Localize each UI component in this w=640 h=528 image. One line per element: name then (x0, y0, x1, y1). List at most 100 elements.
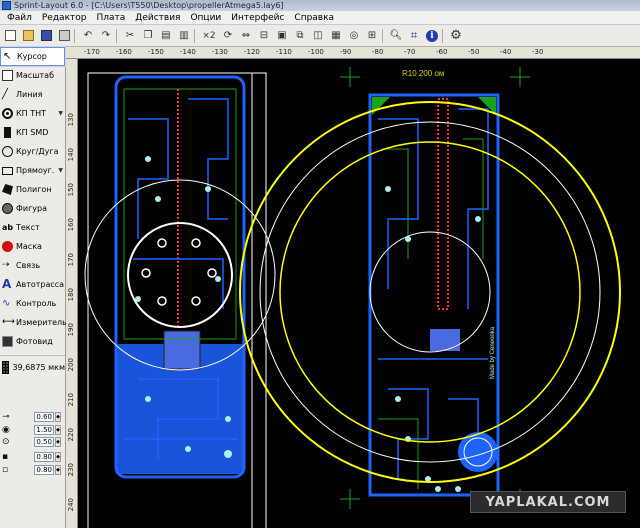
param-track-width: ⊸ 0.60 ◆ (2, 411, 64, 423)
menu-file[interactable]: Файл (2, 11, 37, 25)
tool-rectangle[interactable]: Прямоуг. ▼ (0, 161, 65, 180)
tool-polygon[interactable]: Полигон (0, 180, 65, 199)
ungroup-icon[interactable]: ◫ (310, 28, 326, 44)
delete-icon[interactable]: ▥ (176, 28, 192, 44)
tool-line[interactable]: ╱ Линия (0, 85, 65, 104)
track-icon[interactable]: ⊞ (364, 28, 380, 44)
tool-cursor[interactable]: ↖ Курсор (0, 46, 66, 67)
main-toolbar: ↶ ↷ ✂ ❐ ▤ ▥ ×2 ⟳ ⇔ ⊟ ▣ ⧉ ◫ ▦ ◎ ⊞ 🔍︎ ⌗ i … (0, 25, 640, 47)
group-icon[interactable]: ⧉ (292, 28, 308, 44)
ruler-tick-label: -30 (532, 48, 544, 56)
spin-button[interactable]: ◆ (55, 412, 61, 422)
via-icon[interactable]: ◎ (346, 28, 362, 44)
pcb-canvas[interactable]: R10 200 ом Made by Ceneonka (78, 59, 640, 528)
info-icon[interactable]: i (424, 28, 440, 44)
tool-photoview[interactable]: Фотовид (0, 332, 65, 351)
ruler-tick-label: 170 (67, 253, 75, 267)
new-file-icon[interactable] (2, 28, 18, 44)
ruler-tick-label: 210 (67, 393, 75, 407)
tool-label: Текст (16, 223, 40, 232)
param-pad-inner: ⊙ 0.50 ◆ (2, 436, 64, 448)
ruler-tick-label: 230 (67, 463, 75, 477)
autoroute-icon[interactable]: ⌗ (406, 28, 422, 44)
connection-icon: ⇢ (2, 260, 10, 270)
mirror-icon[interactable]: ⇔ (238, 28, 254, 44)
param-pad-outer: ◉ 1.50 ◆ (2, 424, 64, 436)
smd-width-value[interactable]: 0.80 (34, 452, 54, 462)
print-icon[interactable] (56, 28, 72, 44)
vertical-ruler: 130 140 150 160 170 180 190 200 210 220 230 240 (66, 59, 78, 528)
rectangle-icon (2, 166, 13, 175)
tool-smd-pad[interactable]: КП SMD (0, 123, 65, 142)
tool-control[interactable]: ∿ Контроль (0, 294, 65, 313)
right-board-chip (430, 329, 460, 351)
grid-setting[interactable]: 39,6875 мкм (0, 355, 65, 377)
component-icon[interactable]: ▣ (274, 28, 290, 44)
toolbar-separator (194, 28, 198, 43)
pcb-layout-drawing: R10 200 ом Made by Ceneonka (84, 67, 621, 528)
tool-label: Прямоуг. (16, 166, 55, 175)
menu-interface[interactable]: Интерфейс (226, 11, 289, 25)
dropdown-arrow-icon[interactable]: ▼ (58, 110, 63, 117)
ruler-tick-label: -40 (500, 48, 512, 56)
zoom-multiply-icon[interactable]: ×2 (200, 28, 218, 44)
smd-height-value[interactable]: 0.80 (34, 465, 54, 475)
tool-text[interactable]: ab Текст (0, 218, 65, 237)
track-width-value[interactable]: 0.60 (34, 412, 54, 422)
rotate-icon[interactable]: ⟳ (220, 28, 236, 44)
tool-label: Контроль (16, 299, 57, 308)
ruler-tick-label: -90 (340, 48, 352, 56)
text-icon: ab (2, 223, 14, 232)
tool-label: Полигон (16, 185, 52, 194)
pad-inner-value[interactable]: 0.50 (34, 437, 54, 447)
copy-icon[interactable]: ❐ (140, 28, 156, 44)
tool-mask[interactable]: Маска (0, 237, 65, 256)
redo-icon[interactable]: ↷ (98, 28, 114, 44)
spin-button[interactable]: ◆ (55, 465, 61, 475)
pad-outer-icon: ◉ (2, 425, 10, 435)
tool-circle-arc[interactable]: Круг/Дуга (0, 142, 65, 161)
ruler-tick-label: 140 (67, 148, 75, 162)
left-propeller-holes (141, 238, 217, 306)
ruler-tick-label: 190 (67, 323, 75, 337)
menu-options[interactable]: Опции (185, 11, 226, 25)
tool-measure[interactable]: ⟷ Измеритель (0, 313, 67, 332)
paste-icon[interactable]: ▤ (158, 28, 174, 44)
tool-zoom[interactable]: Масштаб (0, 66, 65, 85)
menu-board[interactable]: Плата (91, 11, 130, 25)
grid-value: 39,6875 мкм (12, 363, 65, 372)
param-smd-width: ▪ 0.80 ◆ (2, 451, 64, 463)
save-disk-icon[interactable] (38, 28, 54, 44)
undo-icon[interactable]: ↶ (80, 28, 96, 44)
menu-actions[interactable]: Действия (130, 11, 185, 25)
title-bar: Sprint-Layout 6.0 - [C:\Users\T550\Deskt… (0, 0, 640, 11)
horizontal-ruler: -170 -160 -150 -140 -130 -120 -110 -100 -90 -80 -7… (66, 47, 640, 59)
grid-icon (2, 361, 10, 374)
tool-tht-pad[interactable]: КП ТНТ ▼ (0, 104, 65, 123)
cut-icon[interactable]: ✂ (122, 28, 138, 44)
tool-autoroute[interactable]: A Автотрасса (0, 275, 65, 294)
line-icon: ╱ (2, 89, 9, 100)
tool-label: Линия (16, 90, 43, 99)
tool-shape[interactable]: Фигура (0, 199, 65, 218)
pad-outer-value[interactable]: 1.50 (34, 425, 54, 435)
ruler-tick-label: 220 (67, 428, 75, 442)
dropdown-arrow-icon[interactable]: ▼ (58, 167, 63, 174)
open-folder-icon[interactable] (20, 28, 36, 44)
zoom-lens-icon[interactable]: 🔍︎ (388, 28, 404, 44)
board-signature-text: Made by Ceneonka (490, 326, 496, 379)
tht-pad-icon (2, 108, 13, 119)
menu-help[interactable]: Справка (289, 11, 339, 25)
menu-editor[interactable]: Редактор (37, 11, 92, 25)
spin-button[interactable]: ◆ (55, 452, 61, 462)
autoroute-icon: A (2, 277, 12, 291)
tool-label: КП ТНТ (16, 109, 47, 118)
align-icon[interactable]: ⊟ (256, 28, 272, 44)
ruler-tick-label: 200 (67, 358, 75, 372)
tool-connection[interactable]: ⇢ Связь (0, 256, 65, 275)
spin-button[interactable]: ◆ (55, 437, 61, 447)
settings-gear-icon[interactable]: ⚙ (448, 28, 464, 44)
cad-icon[interactable]: ▦ (328, 28, 344, 44)
spin-button[interactable]: ◆ (55, 425, 61, 435)
ruler-tick-label: 160 (67, 218, 75, 232)
